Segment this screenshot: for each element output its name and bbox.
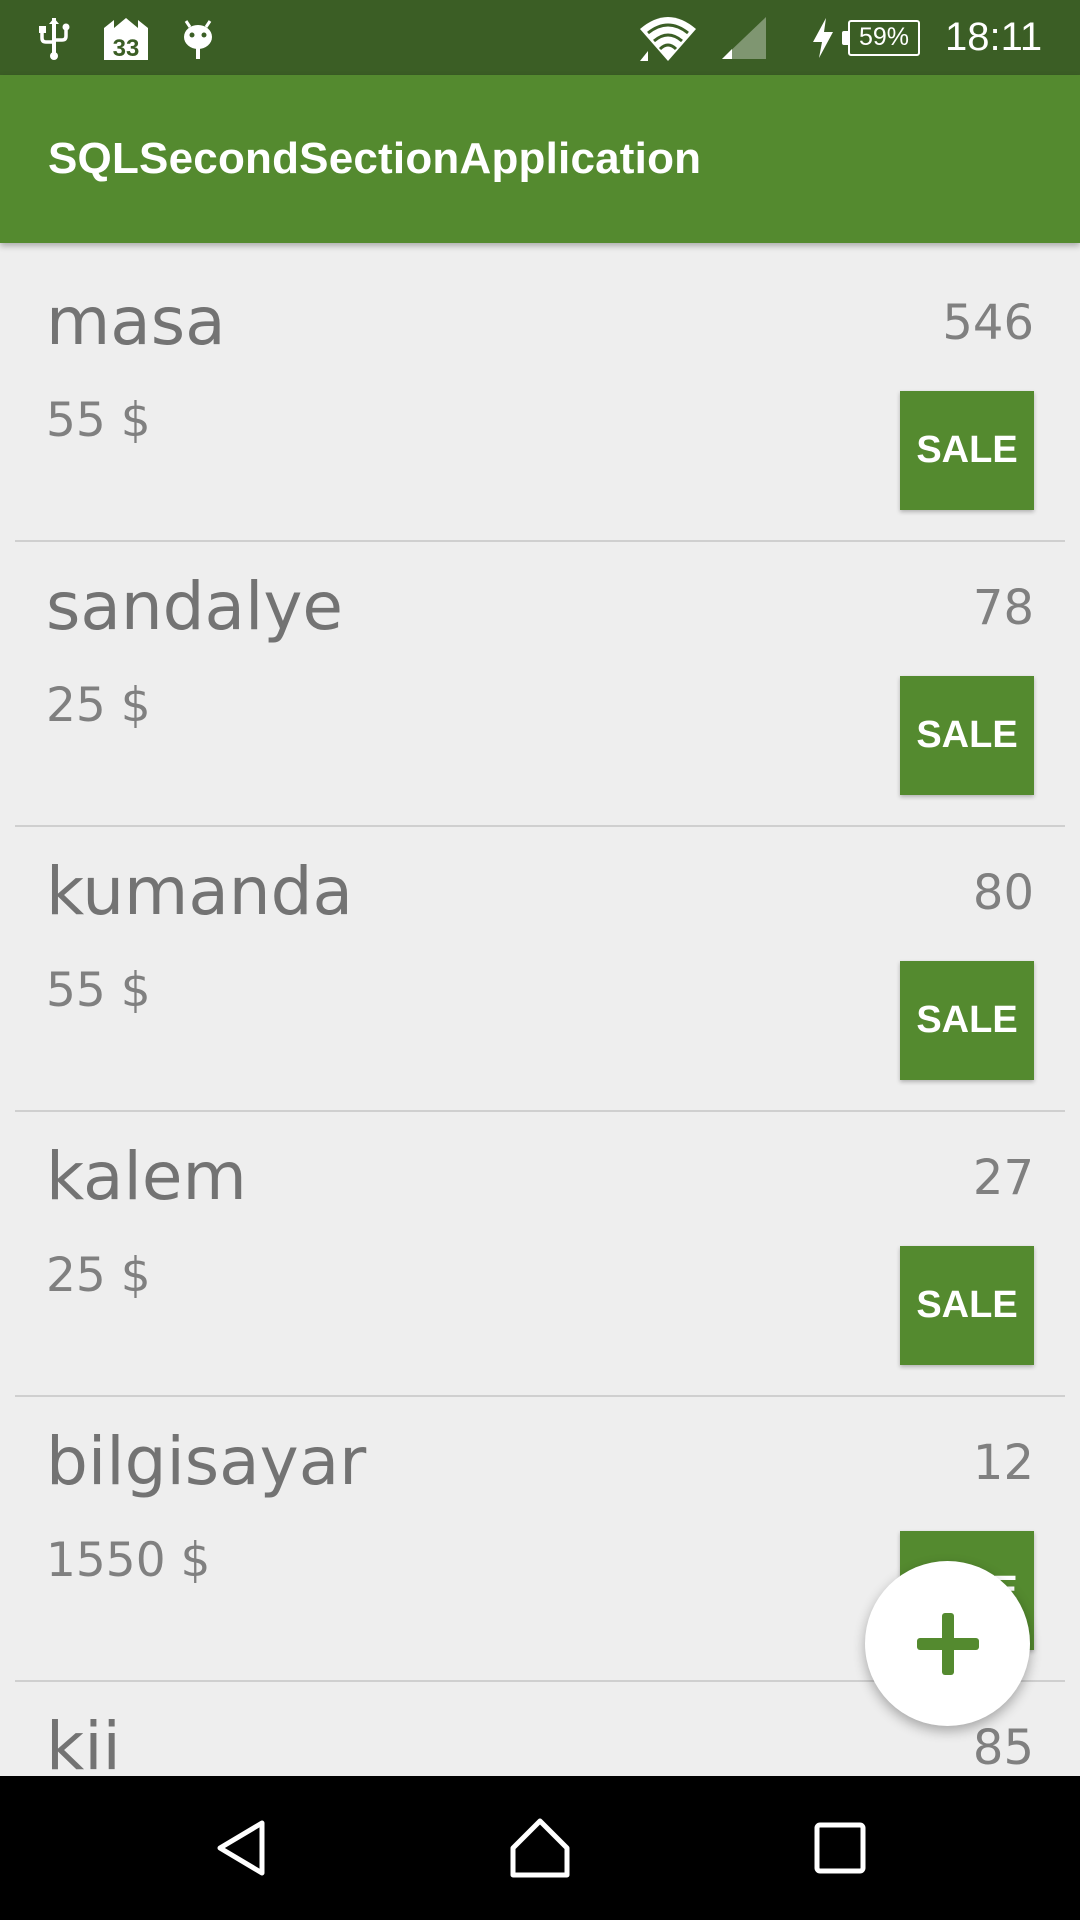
list-item[interactable]: sandalye 25 $ 78 SALE (0, 528, 1080, 813)
sale-button[interactable]: SALE (900, 961, 1034, 1080)
item-name: masa (46, 283, 226, 360)
status-time: 18:11 (945, 15, 1043, 59)
item-price: 55 $ (46, 963, 151, 1018)
navigation-bar (0, 1776, 1080, 1920)
sale-button[interactable]: SALE (900, 391, 1034, 510)
item-name: sandalye (46, 568, 343, 645)
list-item[interactable]: kumanda 55 $ 80 SALE (0, 813, 1080, 1098)
item-price: 25 $ (46, 1248, 151, 1303)
item-quantity: 546 (942, 295, 1034, 351)
item-quantity: 12 (972, 1435, 1034, 1491)
item-price: 1550 $ (46, 1533, 211, 1588)
recents-icon (814, 1822, 866, 1874)
item-name: kalem (46, 1138, 247, 1215)
item-name: bilgisayar (46, 1423, 367, 1500)
plus-icon (916, 1612, 979, 1675)
item-quantity: 27 (972, 1150, 1034, 1206)
list-item[interactable]: masa 55 $ 546 SALE (0, 243, 1080, 528)
status-bar: 33 59% 18:11 (0, 0, 1080, 75)
battery-percent: 59% (842, 19, 920, 56)
app-title: SQLSecondSectionApplication (48, 134, 702, 183)
item-price: 25 $ (46, 678, 151, 733)
calendar-icon: 33 (98, 0, 154, 75)
battery-icon: 59% (842, 0, 926, 75)
wifi-icon (636, 0, 700, 75)
sale-button[interactable]: SALE (900, 676, 1034, 795)
android-icon (176, 0, 220, 75)
item-quantity: 80 (972, 865, 1034, 921)
item-quantity: 78 (972, 580, 1034, 636)
item-quantity: 85 (972, 1720, 1034, 1776)
home-icon (510, 1818, 570, 1878)
calendar-day: 33 (113, 35, 140, 62)
back-icon (217, 1820, 265, 1876)
item-name: kii (46, 1708, 121, 1776)
item-name: kumanda (46, 853, 353, 930)
app-bar: SQLSecondSectionApplication (0, 75, 1080, 243)
usb-icon (34, 0, 74, 75)
product-list[interactable]: masa 55 $ 546 SALE sandalye 25 $ 78 SALE… (0, 243, 1080, 1776)
add-item-fab[interactable] (865, 1561, 1030, 1726)
item-price: 55 $ (46, 393, 151, 448)
sale-button[interactable]: SALE (900, 1246, 1034, 1365)
recents-button[interactable] (770, 1776, 910, 1920)
list-item[interactable]: kalem 25 $ 27 SALE (0, 1098, 1080, 1383)
charging-icon (808, 0, 838, 75)
screen: 33 59% 18:11 SQLSecondSectionApplication… (0, 0, 1080, 1920)
home-button[interactable] (470, 1776, 610, 1920)
back-button[interactable] (172, 1776, 312, 1920)
signal-icon (718, 0, 770, 75)
